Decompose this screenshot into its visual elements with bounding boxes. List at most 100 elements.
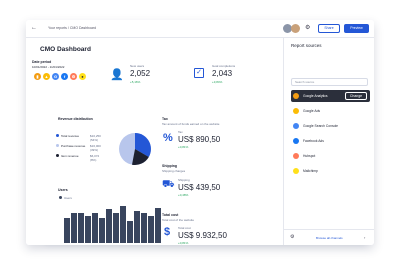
bar (155, 208, 161, 243)
panel-title: Report sources (291, 43, 322, 48)
kpi-label: Goal completions (212, 64, 236, 68)
source-label: Hubspot (303, 154, 316, 158)
tax-value: US$ 890,50 (178, 135, 221, 144)
date-period-label: Date period (32, 60, 52, 64)
bar (78, 213, 84, 243)
preview-button[interactable]: Preview (344, 24, 369, 33)
ads-icon: ▲ (43, 73, 50, 80)
back-icon[interactable]: ← (31, 25, 37, 31)
legend-swatch (59, 196, 62, 199)
page: ← Your reports / CMO Dashboard ⚙ Share P… (0, 0, 400, 264)
analytics-icon (293, 93, 299, 99)
users-legend: Users (59, 196, 72, 200)
source-item[interactable]: Facebook Ads (291, 135, 370, 147)
total-cost-delta: +0,81% (178, 241, 189, 245)
bar (71, 213, 77, 243)
change-button[interactable]: Change (345, 92, 367, 100)
users-title: Users (58, 188, 68, 192)
bar (92, 213, 98, 243)
settings-icon[interactable]: ⚙ (305, 24, 310, 31)
report-sources-panel: Report sources Search source Google Anal… (283, 38, 374, 245)
ads-icon (293, 108, 299, 114)
google-icon: G (52, 73, 59, 80)
tax-delta: +0,81% (178, 145, 189, 149)
share-button[interactable]: Share (318, 24, 340, 33)
bar (134, 210, 140, 243)
checkbox-icon: ✓ (194, 68, 204, 78)
add-user-icon: 👤 (110, 69, 124, 81)
shipping-subtitle: Shipping charges (162, 169, 186, 173)
source-label: Facebook Ads (303, 139, 324, 143)
facebook-icon: f (61, 73, 68, 80)
bar (141, 213, 147, 243)
date-period-value[interactable]: 10/01/2022 - 11/01/2022 (32, 65, 64, 69)
legend-label: Users (64, 196, 72, 200)
legend-value: $16,000 (39%) (90, 144, 101, 152)
app-window: ← Your reports / CMO Dashboard ⚙ Share P… (26, 20, 374, 245)
total-cost-value: US$ 9.932,50 (178, 231, 227, 240)
avatar-secondary[interactable] (291, 24, 300, 33)
source-item[interactable]: Google Ads (291, 105, 370, 117)
legend-swatch (56, 134, 59, 137)
legend-label: Purchase revenue (61, 144, 86, 148)
dashboard-canvas: CMO Dashboard Date period 10/01/2022 - 1… (26, 38, 283, 245)
source-item[interactable]: Google Search Console (291, 120, 370, 132)
search-input[interactable]: Search source (291, 78, 368, 86)
hubspot-icon: ⚙ (70, 73, 77, 80)
kpi-value: 2,043 (212, 69, 233, 78)
source-item[interactable]: Mailchimp (291, 165, 370, 177)
source-label: Mailchimp (303, 169, 318, 173)
users-bar-chart (64, 203, 161, 243)
panel-footer: ⚙ Browse all channels › (284, 229, 374, 245)
bar (99, 218, 105, 243)
legend-value: $6,072 (8%) (90, 154, 100, 162)
shipping-title: Shipping (162, 164, 177, 168)
shipping-caption: Shipping (178, 178, 190, 182)
analytics-icon: ▮ (34, 73, 41, 80)
google-icon (293, 123, 299, 129)
hubspot-icon (293, 153, 299, 159)
mailchimp-icon (293, 168, 299, 174)
mailchimp-icon: ● (79, 73, 86, 80)
shipping-delta: +0,48% (178, 193, 189, 197)
shipping-value: US$ 439,50 (178, 183, 221, 192)
legend-value: $10,250 (54%) (90, 134, 101, 142)
source-item[interactable]: Hubspot (291, 150, 370, 162)
legend-item: Total revenue $10,250 (54%) (56, 134, 101, 144)
page-title: CMO Dashboard (40, 46, 91, 53)
bar (113, 213, 119, 243)
sliders-icon[interactable]: ⚙ (290, 234, 294, 240)
total-cost-subtitle: Total cost of the website (162, 218, 195, 222)
tax-title: Tax (162, 117, 168, 121)
total-cost-title: Total cost (162, 213, 179, 217)
facebook-icon (293, 138, 299, 144)
revenue-pie-chart (119, 133, 151, 165)
bar (64, 218, 70, 243)
revenue-legend: Total revenue $10,250 (54%) Purchase rev… (56, 134, 101, 164)
top-bar: ← Your reports / CMO Dashboard ⚙ Share P… (26, 20, 374, 38)
percent-icon: % (163, 132, 173, 144)
kpi-delta: +3,84% (212, 80, 223, 84)
source-label: Google Analytics (303, 94, 328, 98)
source-item[interactable]: Google Analytics Change (291, 90, 370, 102)
bar (106, 209, 112, 243)
total-cost-caption: Total cost (178, 226, 191, 230)
legend-swatch (56, 154, 59, 157)
legend-swatch (56, 144, 59, 147)
tax-subtitle: Tax amount of funds earned on the websit… (162, 122, 220, 126)
chevron-right-icon[interactable]: › (364, 235, 365, 240)
browse-link[interactable]: Browse all channels (316, 236, 343, 240)
bar (85, 215, 91, 243)
legend-label: Item revenue (61, 154, 79, 158)
revenue-title: Revenue distribution (58, 117, 93, 121)
legend-item: Purchase revenue $16,000 (39%) (56, 144, 101, 154)
truck-icon: ⛟ (162, 179, 175, 190)
kpi-label: New users (130, 64, 145, 68)
bar (120, 205, 126, 243)
breadcrumb: Your reports / CMO Dashboard (48, 26, 97, 30)
tax-caption: Tax (178, 130, 183, 134)
bar (148, 215, 154, 243)
legend-item: Item revenue $6,072 (8%) (56, 154, 99, 164)
bar (127, 220, 133, 243)
kpi-value: 2,052 (130, 69, 151, 78)
